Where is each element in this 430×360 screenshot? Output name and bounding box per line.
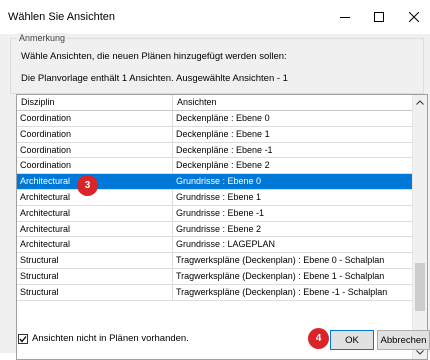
- scroll-thumb[interactable]: [415, 263, 425, 311]
- column-header-disziplin[interactable]: Disziplin: [17, 95, 173, 110]
- hint-text: Wähle Ansichten, die neuen Plänen hinzug…: [21, 51, 287, 62]
- table-row[interactable]: Structural Tragwerkspläne (Deckenplan) : …: [17, 284, 413, 301]
- minimize-icon: [340, 17, 350, 18]
- table-row[interactable]: Architectural Grundrisse : Ebene 1: [17, 189, 413, 206]
- table-row[interactable]: Architectural Grundrisse : LAGEPLAN: [17, 237, 413, 254]
- cell-disziplin: Coordination: [17, 111, 173, 126]
- column-header-ansichten[interactable]: Ansichten: [173, 95, 413, 110]
- table-row[interactable]: Architectural Grundrisse : Ebene -1: [17, 205, 413, 222]
- cell-ansicht: Deckenpläne : Ebene -1: [176, 144, 273, 155]
- table-body: Coordination Deckenpläne : Ebene 0 Coordin…: [17, 111, 413, 301]
- step-3-badge: 3: [77, 175, 98, 196]
- cell-ansicht: Tragwerkspläne (Deckenplan) : Ebene 1 - …: [176, 270, 385, 281]
- table-row[interactable]: Coordination Deckenpläne : Ebene 2: [17, 158, 413, 175]
- table-row[interactable]: Coordination Deckenpläne : Ebene 0: [17, 111, 413, 127]
- cell-ansicht: Tragwerkspläne (Deckenplan) : Ebene 0 - …: [176, 255, 385, 266]
- cell-disziplin: Architectural: [17, 221, 173, 237]
- table-row[interactable]: Coordination Deckenpläne : Ebene -1: [17, 142, 413, 159]
- views-table[interactable]: Disziplin Ansichten Coordination Deckenpl…: [16, 94, 428, 360]
- hide-views-label: Ansichten nicht in Plänen vorhanden.: [32, 333, 189, 344]
- table-header: Disziplin Ansichten: [17, 95, 413, 111]
- annotation-group: Anmerkung Wähle Ansichten, die neuen Plä…: [10, 33, 424, 94]
- cell-ansicht: Grundrisse : LAGEPLAN: [176, 239, 276, 250]
- cell-ansicht: Deckenpläne : Ebene 1: [176, 128, 270, 139]
- cell-disziplin: Structural: [17, 253, 173, 268]
- window-title: Wählen Sie Ansichten: [8, 11, 116, 23]
- close-button[interactable]: [401, 6, 427, 28]
- cell-ansicht: Grundrisse : Ebene -1: [176, 207, 265, 218]
- chevron-down-icon: [416, 349, 424, 355]
- group-legend: Anmerkung: [17, 33, 68, 43]
- minimize-button[interactable]: [332, 6, 358, 28]
- cell-disziplin: Architectural: [17, 205, 173, 221]
- cell-disziplin: Coordination: [17, 142, 173, 158]
- cell-disziplin: Coordination: [17, 158, 173, 174]
- template-info: Die Planvorlage enthält 1 Ansichten.: [21, 73, 174, 84]
- hide-views-checkbox[interactable]: [18, 333, 28, 344]
- cell-ansicht: Tragwerkspläne (Deckenplan) : Ebene -1 -…: [176, 286, 388, 297]
- cell-ansicht: Deckenpläne : Ebene 0: [176, 113, 270, 123]
- maximize-button[interactable]: [366, 6, 392, 28]
- cell-ansicht: Grundrisse : Ebene 1: [176, 191, 262, 202]
- title-bar: Wählen Sie Ansichten: [0, 0, 430, 34]
- scroll-up-button[interactable]: [413, 95, 427, 109]
- cancel-button[interactable]: Abbrechen: [377, 330, 430, 350]
- cell-ansicht: Grundrisse : Ebene 2: [176, 223, 262, 234]
- table-row[interactable]: Structural Tragwerkspläne (Deckenplan) : …: [17, 253, 413, 269]
- vertical-scrollbar[interactable]: [412, 95, 427, 359]
- cell-disziplin: Architectural: [17, 237, 173, 253]
- step-4-badge: 4: [308, 328, 329, 349]
- selected-info: Ausgewählte Ansichten - 1: [176, 73, 288, 84]
- cell-ansicht: Grundrisse : Ebene 0: [176, 176, 262, 187]
- ok-button[interactable]: OK: [330, 330, 374, 350]
- table-row[interactable]: Coordination Deckenpläne : Ebene 1: [17, 126, 413, 143]
- maximize-icon: [374, 12, 384, 22]
- cell-disziplin: Structural: [17, 284, 173, 300]
- checkmark-icon: [19, 335, 27, 343]
- close-icon: [409, 12, 419, 22]
- cell-ansicht: Deckenpläne : Ebene 2: [176, 160, 270, 171]
- dialog-body: Anmerkung Wähle Ansichten, die neuen Plä…: [0, 33, 430, 360]
- hide-views-option[interactable]: Ansichten nicht in Plänen vorhanden.: [18, 333, 189, 344]
- cell-disziplin: Structural: [17, 268, 173, 284]
- cell-disziplin: Coordination: [17, 126, 173, 142]
- chevron-up-icon: [416, 99, 424, 105]
- table-row[interactable]: Architectural Grundrisse : Ebene 2: [17, 221, 413, 238]
- table-row[interactable]: Structural Tragwerkspläne (Deckenplan) : …: [17, 268, 413, 285]
